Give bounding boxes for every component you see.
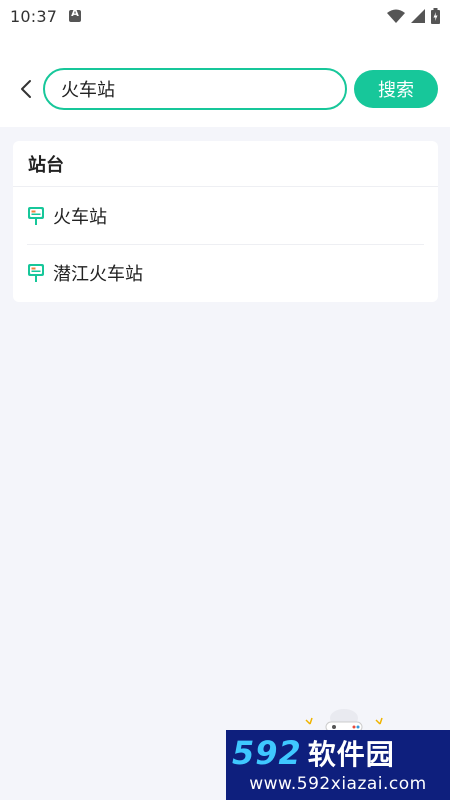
- wifi-icon: [387, 9, 405, 23]
- search-input[interactable]: [61, 78, 345, 100]
- search-row: 搜索: [0, 66, 450, 112]
- notification-icon: [69, 8, 82, 22]
- station-sign-icon: [28, 264, 44, 282]
- status-bar: 10:37: [0, 0, 450, 32]
- game-controller-mascot-icon: [305, 709, 383, 732]
- status-time: 10:37: [10, 6, 58, 26]
- chevron-left-icon: [21, 80, 31, 98]
- list-item[interactable]: 火车站: [13, 187, 424, 244]
- back-button[interactable]: [14, 76, 38, 102]
- watermark-name: 软件园: [307, 738, 395, 771]
- status-icons: [387, 8, 440, 24]
- signal-icon: [411, 9, 425, 23]
- watermark-number: 592: [232, 734, 302, 772]
- battery-icon: [431, 8, 440, 24]
- list-item[interactable]: 潜江火车站: [27, 244, 424, 301]
- watermark-url: www.592xiazai.com: [249, 774, 427, 794]
- watermark-brand: 592 软件园: [226, 734, 450, 772]
- section-title: 站台: [13, 141, 438, 187]
- watermark-banner: 592 软件园 www.592xiazai.com: [226, 730, 450, 800]
- search-box[interactable]: [43, 68, 347, 110]
- results-card: 站台 火车站 潜江火车站: [13, 141, 438, 302]
- search-button[interactable]: 搜索: [354, 70, 438, 108]
- station-label: 火车站: [53, 206, 107, 228]
- station-label: 潜江火车站: [53, 264, 143, 285]
- station-sign-icon: [28, 206, 44, 225]
